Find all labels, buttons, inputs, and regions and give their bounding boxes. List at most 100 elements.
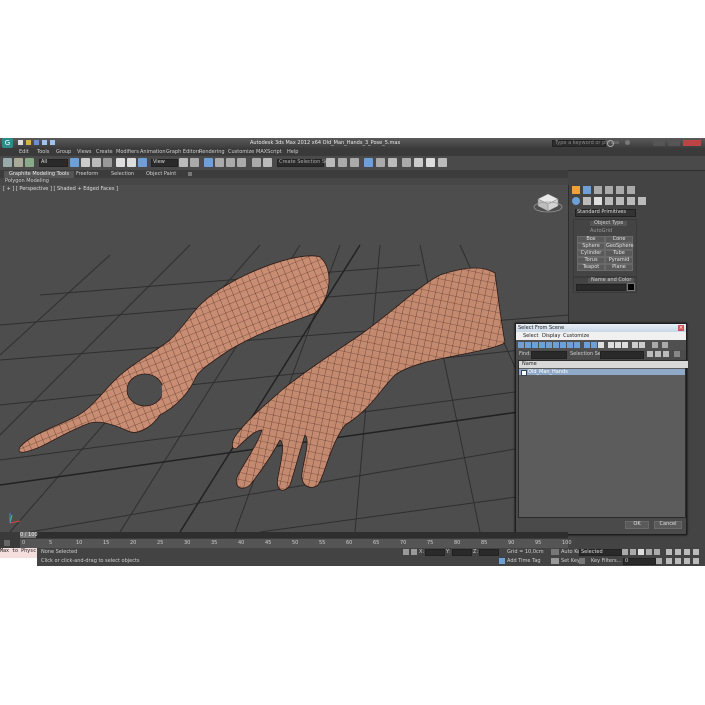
unlink-icon[interactable]: [14, 158, 23, 167]
x-coordinate-field[interactable]: [425, 549, 445, 556]
dialog-menu-select[interactable]: Select: [523, 334, 538, 339]
cylinder-button[interactable]: Cylinder: [577, 250, 605, 257]
go-to-end-icon[interactable]: [654, 549, 660, 555]
filter-groups-icon[interactable]: [560, 342, 566, 348]
selection-filter-dropdown[interactable]: All: [39, 159, 68, 167]
z-coordinate-field[interactable]: [479, 549, 499, 556]
filter-spacewarps-icon[interactable]: [553, 342, 559, 348]
render-setup-icon[interactable]: [402, 158, 411, 167]
lights-icon[interactable]: [594, 197, 602, 205]
key-filters-lock-icon[interactable]: [579, 558, 585, 564]
undo-icon[interactable]: [42, 140, 47, 145]
reference-coordinate-dropdown[interactable]: View: [151, 159, 178, 167]
y-coordinate-field[interactable]: [452, 549, 472, 556]
search-icon[interactable]: [607, 140, 614, 147]
menu-item[interactable]: Edit: [19, 150, 29, 155]
modify-tab-icon[interactable]: [583, 186, 591, 194]
menu-item[interactable]: Customize: [228, 150, 254, 155]
ok-button[interactable]: OK: [625, 521, 649, 529]
layer-manager-icon[interactable]: [338, 158, 347, 167]
display-none-icon[interactable]: [591, 342, 597, 348]
zoom-extents-icon[interactable]: [693, 549, 699, 555]
dialog-close-icon[interactable]: ×: [678, 325, 684, 331]
maxscript-listener[interactable]: Max to Physc: [0, 548, 37, 558]
list-column-header[interactable]: Name: [519, 361, 688, 368]
absolute-mode-icon[interactable]: [411, 549, 417, 555]
percent-snap-icon[interactable]: [226, 158, 235, 167]
mirror-icon[interactable]: [263, 158, 272, 167]
geometry-icon[interactable]: [572, 197, 580, 205]
polygon-modeling-label[interactable]: Polygon Modeling: [5, 179, 49, 184]
set-key-button[interactable]: Set Key: [561, 559, 580, 564]
rendered-frame-window-icon[interactable]: [414, 158, 423, 167]
systems-icon[interactable]: [638, 197, 646, 205]
pivot-center-icon[interactable]: [179, 158, 188, 167]
select-none-icon[interactable]: [615, 342, 621, 348]
cameras-icon[interactable]: [605, 197, 613, 205]
key-mode-dropdown[interactable]: Selected: [579, 549, 622, 556]
dialog-option-icon[interactable]: [674, 351, 680, 357]
select-invert-icon[interactable]: [622, 342, 628, 348]
filter-helpers-icon[interactable]: [546, 342, 552, 348]
redo-icon[interactable]: [50, 140, 55, 145]
key-filters-button[interactable]: Key Filters...: [591, 559, 621, 564]
spinner-snap-icon[interactable]: [237, 158, 246, 167]
dialog-option-icon[interactable]: [663, 351, 669, 357]
rotate-icon[interactable]: [127, 158, 136, 167]
curve-editor-icon[interactable]: [364, 158, 373, 167]
next-frame-icon[interactable]: [646, 549, 652, 555]
viewport-label[interactable]: [ + ] [ Perspective ] [ Shaded + Edged F…: [3, 187, 118, 192]
menu-item[interactable]: Create: [96, 150, 113, 155]
align-icon[interactable]: [326, 158, 335, 167]
maxscript-output[interactable]: [0, 558, 37, 566]
select-object-icon[interactable]: [70, 158, 79, 167]
menu-item[interactable]: Group: [56, 150, 71, 155]
track-bar-toggle-icon[interactable]: [4, 540, 10, 546]
minimize-icon[interactable]: [653, 140, 665, 146]
cone-button[interactable]: Cone: [605, 236, 633, 243]
display-all-icon[interactable]: [584, 342, 590, 348]
create-tab-icon[interactable]: [572, 186, 580, 194]
display-invert-icon[interactable]: [598, 342, 604, 348]
tab-graphite-modeling-tools[interactable]: Graphite Modeling Tools: [4, 171, 75, 178]
selection-set-dropdown[interactable]: [600, 351, 644, 359]
open-file-icon[interactable]: [26, 140, 31, 145]
set-key-icon[interactable]: [551, 558, 559, 564]
find-input[interactable]: [531, 351, 567, 359]
maximize-icon[interactable]: [668, 140, 680, 146]
new-file-icon[interactable]: [18, 140, 23, 145]
box-button[interactable]: Box: [577, 236, 605, 243]
tab-object-paint[interactable]: Object Paint: [146, 172, 176, 177]
pyramid-button[interactable]: Pyramid: [605, 257, 633, 264]
menu-item[interactable]: Modifiers: [116, 150, 139, 155]
field-of-view-icon[interactable]: [666, 558, 672, 564]
object-color-swatch[interactable]: [627, 283, 635, 291]
filter-cameras-icon[interactable]: [539, 342, 545, 348]
teapot-button[interactable]: Teapot: [577, 264, 605, 271]
dialog-menu-display[interactable]: Display: [542, 334, 560, 339]
filter-bones-icon[interactable]: [574, 342, 580, 348]
auto-key-icon[interactable]: [551, 549, 559, 555]
time-slider-thumb[interactable]: 0 / 100: [20, 532, 38, 538]
graphite-modeling-toggle-icon[interactable]: [350, 158, 359, 167]
select-all-icon[interactable]: [608, 342, 614, 348]
filter-shapes-icon[interactable]: [525, 342, 531, 348]
sphere-button[interactable]: Sphere: [577, 243, 605, 250]
zoom-icon[interactable]: [675, 549, 681, 555]
helpers-icon[interactable]: [616, 197, 624, 205]
perspective-viewport[interactable]: [ + ] [ Perspective ] [ Shaded + Edged F…: [0, 185, 568, 532]
material-editor-icon[interactable]: [388, 158, 397, 167]
select-dependents-icon[interactable]: [639, 342, 645, 348]
render-production-icon[interactable]: [426, 158, 435, 167]
named-selection-set-dropdown[interactable]: Create Selection Se: [277, 159, 328, 167]
app-logo-icon[interactable]: G: [2, 138, 13, 148]
find-case-sensitive-icon[interactable]: [662, 342, 668, 348]
walk-through-icon[interactable]: [684, 558, 690, 564]
bind-space-warp-icon[interactable]: [25, 158, 34, 167]
display-tab-icon[interactable]: [616, 186, 624, 194]
search-input[interactable]: Type a keyword or phrase: [552, 140, 619, 147]
utilities-tab-icon[interactable]: [627, 186, 635, 194]
save-file-icon[interactable]: [34, 140, 39, 145]
go-to-start-icon[interactable]: [622, 549, 628, 555]
primitive-category-dropdown[interactable]: Standard Primitives: [575, 209, 636, 217]
